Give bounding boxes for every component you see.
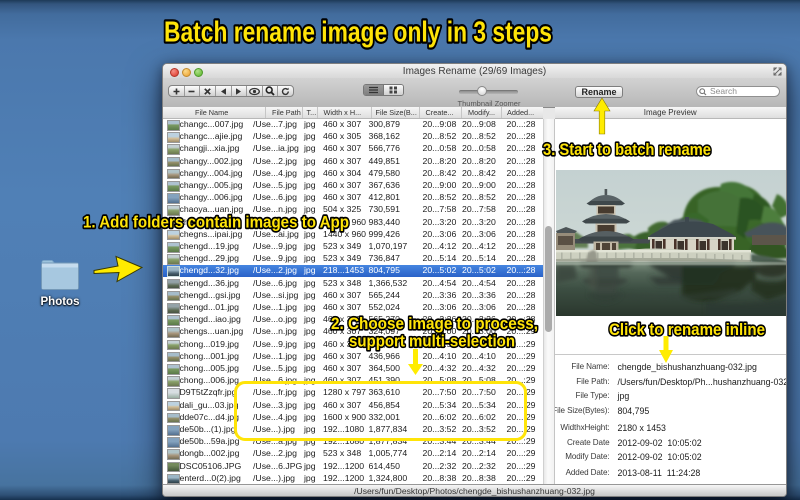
svg-text:1. Add folders contain images: 1. Add folders contain images to App xyxy=(83,213,349,232)
svg-text:Click to rename inline: Click to rename inline xyxy=(609,321,765,339)
svg-text:Batch rename image only in 3 s: Batch rename image only in 3 steps xyxy=(164,17,552,49)
svg-text:2. Choose image to process,: 2. Choose image to process, xyxy=(331,315,538,333)
svg-text:support multi-selection: support multi-selection xyxy=(349,333,515,351)
svg-text:3. Start to batch rename: 3. Start to batch rename xyxy=(543,141,711,159)
